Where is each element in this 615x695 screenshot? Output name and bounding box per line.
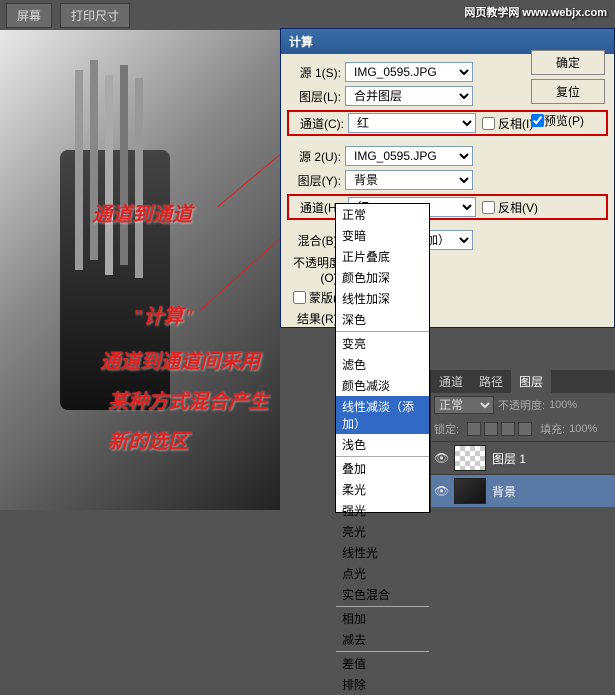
invert2-label: 反相(V) [498, 199, 538, 216]
visibility-eye-icon[interactable]: 👁 [434, 451, 448, 465]
lock-all-icon[interactable] [518, 422, 532, 436]
blend-option[interactable]: 线性加深 [336, 288, 429, 309]
blend-option[interactable]: 排除 [336, 674, 429, 695]
fill-label: 填充: [540, 421, 565, 437]
lock-position-icon[interactable] [501, 422, 515, 436]
blend-label: 混合(B): [287, 232, 341, 249]
blend-option[interactable]: 点光 [336, 563, 429, 584]
blend-option[interactable]: 线性光 [336, 542, 429, 563]
layer2-select[interactable]: 背景 [345, 170, 473, 190]
blend-option[interactable]: 浅色 [336, 434, 429, 455]
layer1-select[interactable]: 合并图层 [345, 86, 473, 106]
source1-select[interactable]: IMG_0595.JPG [345, 62, 473, 82]
layer-row-bg[interactable]: 👁 背景 [431, 474, 615, 507]
layer-name-bg: 背景 [492, 483, 516, 500]
printsize-button[interactable]: 打印尺寸 [60, 3, 130, 28]
invert2-checkbox[interactable] [482, 201, 495, 214]
preview-checkbox[interactable] [531, 114, 544, 127]
blend-option[interactable]: 线性减淡（添加） [336, 396, 429, 434]
lock-transparency-icon[interactable] [467, 422, 481, 436]
channel1-select[interactable]: 红 [348, 113, 476, 133]
source1-label: 源 1(S): [287, 64, 341, 81]
layer-thumb-1 [454, 445, 486, 471]
visibility-eye-icon[interactable]: 👁 [434, 484, 448, 498]
channel1-label: 通道(C): [290, 115, 344, 132]
lock-image-icon[interactable] [484, 422, 498, 436]
invert1-label: 反相(I) [498, 115, 533, 132]
blend-option[interactable]: 正片叠底 [336, 246, 429, 267]
preview-label: 预览(P) [544, 112, 584, 129]
cancel-button[interactable]: 复位 [531, 79, 605, 104]
opacity-label: 不透明度(O): [287, 254, 341, 285]
dialog-buttons: 确定 复位 预览(P) [531, 50, 605, 129]
annotation-line4: 某种方式混合产生 [108, 385, 268, 414]
blend-option[interactable]: 颜色减淡 [336, 375, 429, 396]
screen-button[interactable]: 屏幕 [6, 3, 52, 28]
annotation-line5: 新的选区 [108, 425, 188, 454]
blend-option[interactable]: 变暗 [336, 225, 429, 246]
fill-value: 100% [569, 423, 597, 435]
annotation-calc: "计算" [132, 300, 194, 329]
blend-option[interactable]: 滤色 [336, 354, 429, 375]
blend-option[interactable]: 差值 [336, 653, 429, 674]
tab-paths[interactable]: 路径 [471, 370, 511, 393]
blend-option[interactable]: 正常 [336, 204, 429, 225]
blend-dropdown-list: 正常变暗正片叠底颜色加深线性加深深色变亮滤色颜色减淡线性减淡（添加）浅色叠加柔光… [335, 203, 430, 513]
opacity-value: 100% [549, 399, 577, 411]
blend-option[interactable]: 变亮 [336, 333, 429, 354]
source2-select[interactable]: IMG_0595.JPG [345, 146, 473, 166]
blend-option[interactable]: 减去 [336, 629, 429, 650]
blend-option[interactable]: 强光 [336, 500, 429, 521]
blend-option[interactable]: 叠加 [336, 458, 429, 479]
layers-panel: 通道 路径 图层 正常 不透明度: 100% 锁定: 填充: 100% 👁 图层… [430, 370, 615, 513]
lock-label: 锁定: [434, 421, 459, 437]
blend-option[interactable]: 柔光 [336, 479, 429, 500]
blend-option[interactable]: 实色混合 [336, 584, 429, 605]
watermark: 网页教学网 www.webjx.com [464, 4, 607, 20]
blend-option[interactable]: 颜色加深 [336, 267, 429, 288]
blend-option[interactable]: 相加 [336, 608, 429, 629]
blend-mode-select[interactable]: 正常 [434, 396, 494, 414]
mask-checkbox[interactable] [293, 291, 306, 304]
blend-option[interactable]: 亮光 [336, 521, 429, 542]
opacity-label: 不透明度: [498, 397, 545, 413]
tab-channels[interactable]: 通道 [431, 370, 471, 393]
blend-option[interactable]: 深色 [336, 309, 429, 330]
layer1-label: 图层(L): [287, 88, 341, 105]
layer-name-1: 图层 1 [492, 450, 526, 467]
result-label: 结果(R): [287, 310, 341, 327]
invert1-checkbox[interactable] [482, 117, 495, 130]
layer-thumb-bg [454, 478, 486, 504]
source2-label: 源 2(U): [287, 148, 341, 165]
tab-layers[interactable]: 图层 [511, 370, 551, 393]
ok-button[interactable]: 确定 [531, 50, 605, 75]
layer2-label: 图层(Y): [287, 172, 341, 189]
annotation-channel-to-channel: 通道到通道 [92, 198, 192, 227]
annotation-line3: 通道到通道间采用 [100, 345, 260, 374]
layer-row-1[interactable]: 👁 图层 1 [431, 441, 615, 474]
